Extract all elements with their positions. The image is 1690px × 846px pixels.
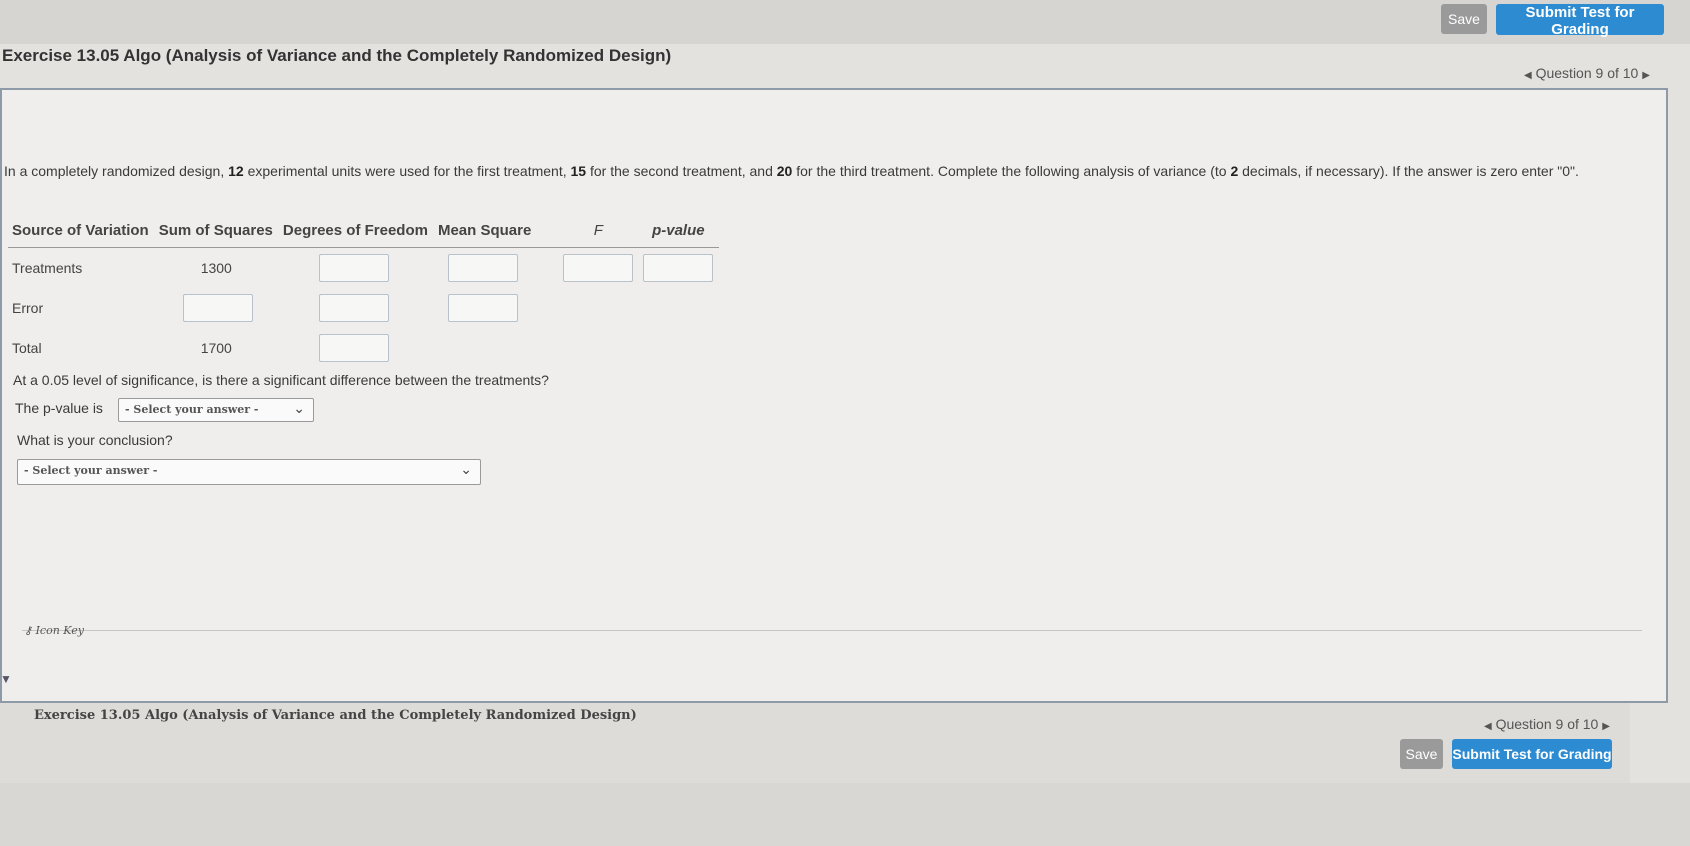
question-nav-label: Question 9 of 10 bbox=[1535, 65, 1639, 81]
treatments-df-input[interactable] bbox=[318, 254, 389, 282]
exercise-title: Exercise 13.05 Algo (Analysis of Varianc… bbox=[2, 46, 672, 65]
save-button[interactable]: Save bbox=[1441, 4, 1487, 34]
caret-down-icon[interactable]: ▼ bbox=[0, 672, 12, 686]
row-source-error: Error bbox=[12, 300, 44, 316]
next-question-icon[interactable]: ▶ bbox=[1602, 721, 1610, 732]
top-toolbar bbox=[0, 0, 1690, 44]
conclusion-label: What is your conclusion? bbox=[17, 432, 173, 448]
header-f: F bbox=[559, 218, 640, 248]
icon-key[interactable]: ⚷ Icon Key bbox=[24, 624, 84, 637]
table-row: Total 1700 bbox=[8, 328, 719, 368]
p-value-input[interactable] bbox=[643, 254, 714, 282]
footer-question-nav-label: Question 9 of 10 bbox=[1495, 716, 1599, 732]
anova-table: Source of Variation Sum of Squares Degre… bbox=[8, 218, 720, 368]
header-degrees-of-freedom: Degrees of Freedom bbox=[278, 218, 434, 248]
row-source-treatments: Treatments bbox=[12, 260, 83, 276]
footer-submit-test-button[interactable]: Submit Test for Grading bbox=[1452, 739, 1612, 769]
question-text: In a completely randomized design, 12 ex… bbox=[4, 163, 1579, 179]
header-p-value: p-value bbox=[639, 218, 720, 248]
treatments-sum-of-squares: 1300 bbox=[200, 260, 232, 276]
next-question-icon[interactable]: ▶ bbox=[1642, 70, 1650, 81]
p-value-label: The p-value is bbox=[15, 400, 103, 416]
footer-question-navigator[interactable]: ◀ Question 9 of 10 ▶ bbox=[1484, 716, 1610, 732]
error-sum-of-squares-input[interactable] bbox=[182, 294, 253, 322]
divider bbox=[22, 630, 1642, 631]
footer-save-button[interactable]: Save bbox=[1400, 739, 1443, 769]
significance-question: At a 0.05 level of significance, is ther… bbox=[13, 372, 549, 388]
prev-question-icon[interactable]: ◀ bbox=[1484, 721, 1492, 732]
conclusion-select[interactable]: - Select your answer - ⌄ bbox=[17, 459, 481, 485]
chevron-down-icon: ⌄ bbox=[460, 462, 472, 478]
footer-exercise-title: Exercise 13.05 Algo (Analysis of Varianc… bbox=[34, 708, 637, 723]
header-source: Source of Variation bbox=[8, 218, 155, 248]
row-source-total: Total bbox=[12, 340, 42, 356]
header-sum-of-squares: Sum of Squares bbox=[154, 218, 279, 248]
table-row: Treatments 1300 bbox=[8, 248, 719, 289]
error-df-input[interactable] bbox=[318, 294, 389, 322]
prev-question-icon[interactable]: ◀ bbox=[1524, 70, 1532, 81]
chevron-down-icon: ⌄ bbox=[293, 401, 305, 417]
header-mean-square: Mean Square bbox=[433, 218, 560, 248]
submit-test-button[interactable]: Submit Test for Grading bbox=[1496, 4, 1664, 38]
treatments-ms-input[interactable] bbox=[447, 254, 518, 282]
error-ms-input[interactable] bbox=[447, 294, 518, 322]
question-navigator[interactable]: ◀ Question 9 of 10 ▶ bbox=[1524, 65, 1650, 81]
table-row: Error bbox=[8, 288, 719, 328]
total-sum-of-squares: 1700 bbox=[200, 340, 232, 356]
page-background bbox=[0, 783, 1690, 846]
f-statistic-input[interactable] bbox=[563, 254, 634, 282]
key-icon: ⚷ bbox=[24, 624, 33, 637]
p-value-select[interactable]: - Select your answer - ⌄ bbox=[118, 398, 314, 422]
total-df-input[interactable] bbox=[318, 334, 389, 362]
anova-header-row: Source of Variation Sum of Squares Degre… bbox=[8, 218, 720, 248]
